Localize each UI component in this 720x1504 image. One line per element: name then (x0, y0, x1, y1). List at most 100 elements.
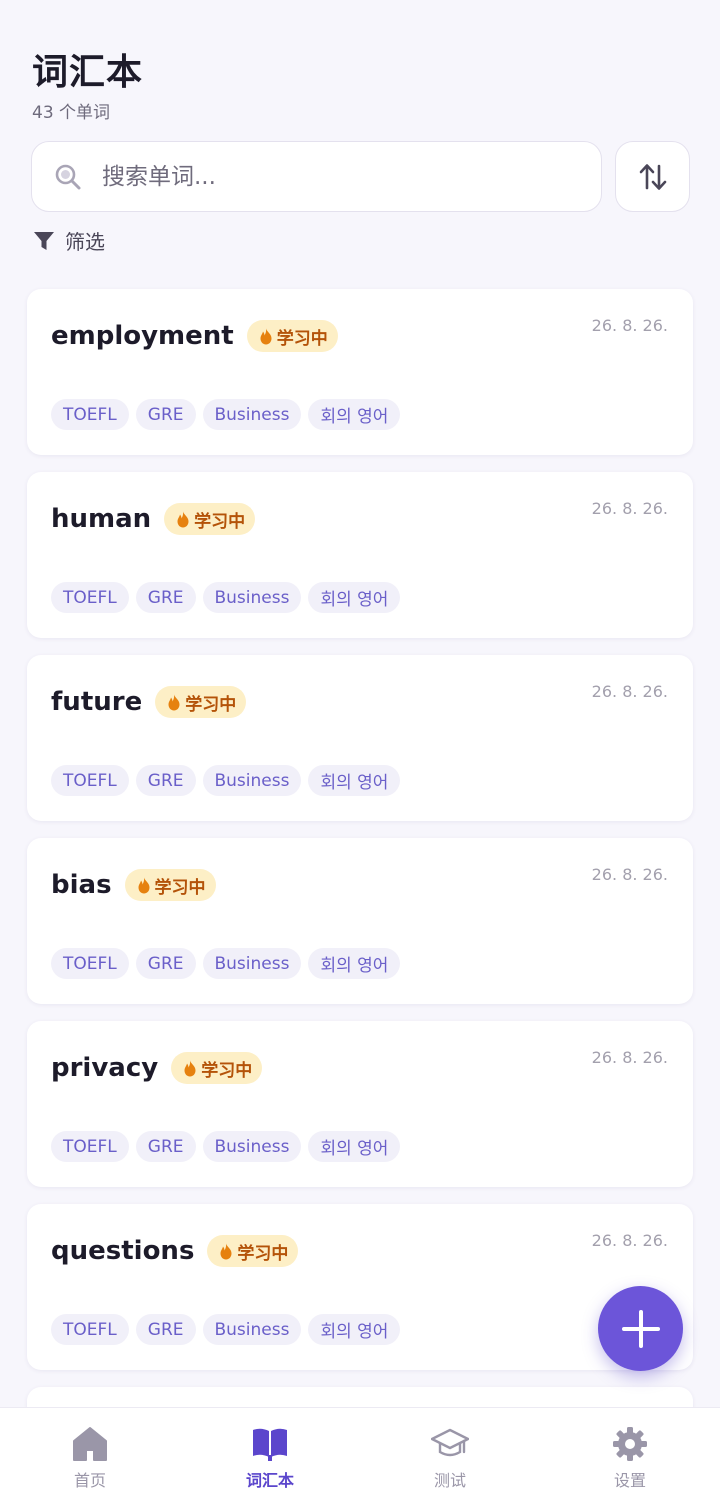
word-card[interactable]: employment 学习中 26. 8. 26. TOEFL GRE Business 회… (27, 289, 693, 455)
status-badge: 学习中 (246, 320, 338, 352)
tag-chip[interactable]: TOEFL (51, 582, 129, 613)
status-label: 学习中 (276, 328, 328, 349)
graduation-cap-icon (431, 1428, 469, 1457)
status-badge: 学习中 (207, 1235, 299, 1267)
nav-item-home[interactable]: 首页 (0, 1408, 180, 1504)
word-card[interactable]: privacy 学习中 26. 8. 26. TOEFL GRE Business 회의 영… (27, 1021, 693, 1187)
plus-icon (621, 1309, 660, 1348)
card-header: employment 学习中 (51, 319, 338, 353)
search-box[interactable] (31, 141, 602, 212)
tag-chip[interactable]: GRE (135, 948, 196, 979)
tag-list: TOEFL GRE Business 회의 영어 (51, 765, 401, 796)
tag-chip[interactable]: GRE (135, 399, 196, 430)
tag-chip[interactable]: TOEFL (51, 948, 129, 979)
tag-list: TOEFL GRE Business 회의 영어 (51, 1314, 401, 1345)
status-label: 学习中 (237, 1243, 289, 1264)
card-header: future 学习中 (51, 685, 247, 719)
word-text: bias (51, 870, 112, 900)
sort-button[interactable] (615, 141, 690, 212)
status-badge: 学习中 (164, 503, 256, 535)
tag-list: TOEFL GRE Business 회의 영어 (51, 582, 401, 613)
page-header: 词汇本 43 个单词 (32, 50, 143, 123)
tag-chip[interactable]: Business (202, 1314, 302, 1345)
gear-icon (613, 1427, 647, 1461)
nav-label-home: 首页 (73, 1471, 106, 1490)
flame-icon (168, 694, 180, 710)
tag-chip[interactable]: 회의 영어 (308, 399, 401, 430)
tag-chip[interactable]: 회의 영어 (308, 582, 401, 613)
date-added: 26. 8. 26. (591, 499, 668, 518)
tag-chip[interactable]: Business (202, 765, 302, 796)
tag-chip[interactable]: GRE (135, 765, 196, 796)
tag-chip[interactable]: 회의 영어 (308, 1131, 401, 1162)
word-card[interactable]: questions 学习中 26. 8. 26. TOEFL GRE Business 회의… (27, 1204, 693, 1370)
tag-chip[interactable]: TOEFL (51, 765, 129, 796)
date-added: 26. 8. 26. (591, 865, 668, 884)
bottom-nav: 首页 词汇本 测试 设置 (0, 1407, 720, 1504)
search-input[interactable] (102, 163, 542, 190)
status-label: 学习中 (154, 877, 206, 898)
flame-icon (184, 1060, 196, 1076)
filter-icon (34, 231, 54, 250)
tag-chip[interactable]: 회의 영어 (308, 948, 401, 979)
home-icon (73, 1427, 107, 1461)
tag-chip[interactable]: GRE (135, 1314, 196, 1345)
nav-item-test[interactable]: 测试 (360, 1408, 540, 1504)
tag-chip[interactable]: Business (202, 1131, 302, 1162)
status-badge: 学习中 (124, 869, 216, 901)
date-added: 26. 8. 26. (591, 316, 668, 335)
flame-icon (260, 328, 272, 344)
word-count: 43 个单词 (32, 103, 111, 123)
word-text: privacy (51, 1053, 159, 1083)
tag-list: TOEFL GRE Business 회의 영어 (51, 399, 401, 430)
word-card[interactable]: future 学习中 26. 8. 26. TOEFL GRE Business 회의 영어 (27, 655, 693, 821)
date-added: 26. 8. 26. (591, 682, 668, 701)
nav-label-settings: 设置 (613, 1471, 646, 1490)
status-label: 学习中 (185, 694, 237, 715)
tag-chip[interactable]: Business (202, 582, 302, 613)
nav-item-vocabulary[interactable]: 词汇本 (180, 1408, 360, 1504)
tag-list: TOEFL GRE Business 회의 영어 (51, 1131, 401, 1162)
flame-icon (220, 1243, 232, 1259)
status-badge: 学习中 (155, 686, 247, 718)
status-badge: 学习中 (171, 1052, 263, 1084)
tag-chip[interactable]: GRE (135, 1131, 196, 1162)
nav-label-vocabulary: 词汇本 (245, 1471, 294, 1490)
word-text: human (51, 504, 152, 534)
page-title: 词汇本 (32, 52, 144, 93)
flame-icon (138, 877, 150, 893)
date-added: 26. 8. 26. (591, 1048, 668, 1067)
card-header: privacy 学习中 (51, 1051, 263, 1085)
app-root: 词汇本 43 个单词 筛选 employment 学习中 (0, 0, 720, 1504)
card-header: bias 学习中 (51, 868, 216, 902)
card-header: human 学习中 (51, 502, 256, 536)
word-text: questions (51, 1236, 195, 1266)
word-list: employment 学习中 26. 8. 26. TOEFL GRE Business 회… (27, 289, 693, 1444)
nav-item-settings[interactable]: 设置 (540, 1408, 720, 1504)
search-row (31, 141, 690, 212)
tag-chip[interactable]: 회의 영어 (308, 765, 401, 796)
book-icon (253, 1428, 287, 1461)
tag-chip[interactable]: TOEFL (51, 1131, 129, 1162)
word-text: future (51, 687, 143, 717)
word-card[interactable]: bias 学习中 26. 8. 26. TOEFL GRE Business 회의 영어 (27, 838, 693, 1004)
status-label: 学习中 (194, 511, 246, 532)
word-card[interactable]: human 学习中 26. 8. 26. TOEFL GRE Business 회의 영어 (27, 472, 693, 638)
word-text: employment (51, 321, 234, 351)
tag-chip[interactable]: Business (202, 399, 302, 430)
flame-icon (177, 511, 189, 527)
tag-chip[interactable]: TOEFL (51, 399, 129, 430)
add-word-button[interactable] (598, 1286, 683, 1371)
card-header: questions 学习中 (51, 1234, 299, 1268)
sort-icon (639, 163, 666, 190)
tag-chip[interactable]: TOEFL (51, 1314, 129, 1345)
date-added: 26. 8. 26. (591, 1231, 668, 1250)
nav-label-test: 测试 (433, 1471, 466, 1490)
tag-chip[interactable]: Business (202, 948, 302, 979)
tag-chip[interactable]: 회의 영어 (308, 1314, 401, 1345)
filter-toggle[interactable]: 筛选 (33, 226, 105, 255)
tag-list: TOEFL GRE Business 회의 영어 (51, 948, 401, 979)
filter-label: 筛选 (65, 230, 105, 254)
status-label: 学习中 (201, 1060, 253, 1081)
tag-chip[interactable]: GRE (135, 582, 196, 613)
